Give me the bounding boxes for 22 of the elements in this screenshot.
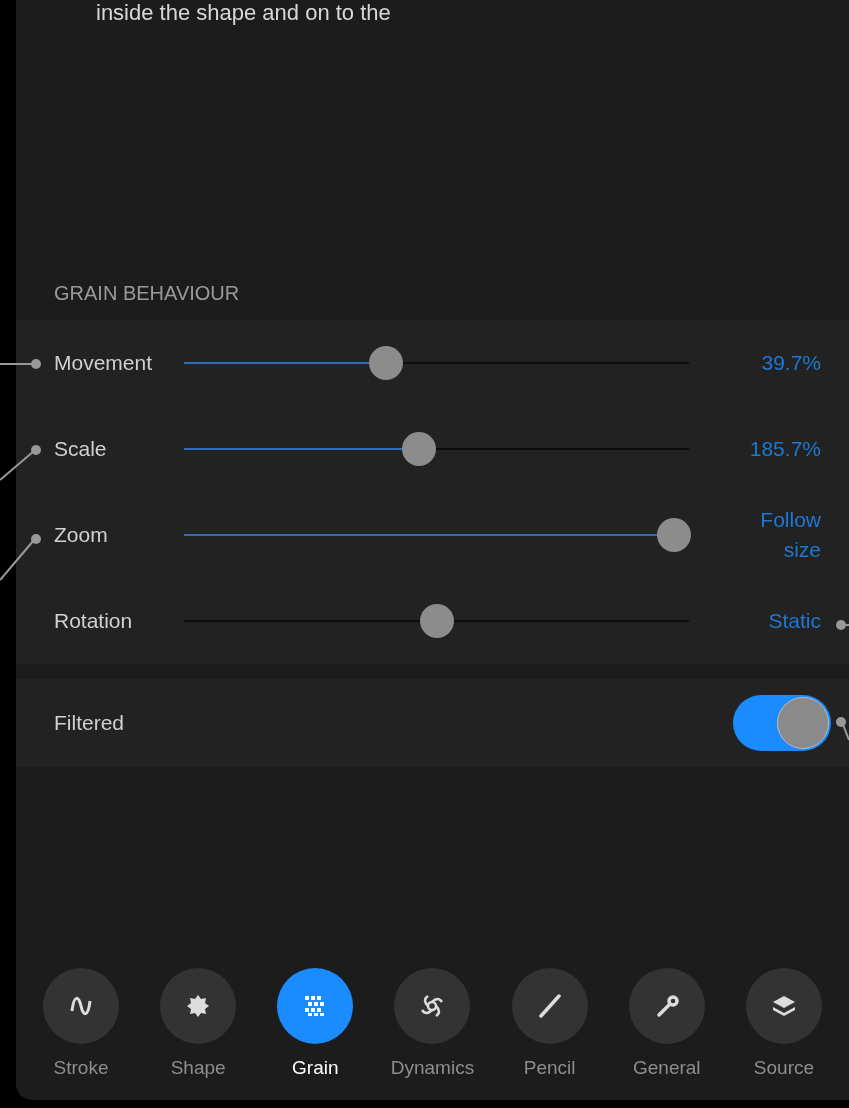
setting-label: Rotation: [54, 608, 134, 635]
value-text: Static: [767, 608, 821, 634]
value-text: 39.7%: [760, 350, 821, 376]
slider-thumb[interactable]: [656, 518, 691, 552]
leader-line: [0, 445, 41, 481]
setting-label: Filtered: [54, 710, 126, 737]
leader-line: [0, 359, 41, 369]
dynamics-icon: [419, 992, 446, 1019]
toggle-switch[interactable]: [733, 695, 831, 751]
slider-thumb[interactable]: [401, 432, 436, 466]
leader-line: [836, 717, 849, 741]
setting-label: Zoom: [54, 522, 109, 549]
pencil-icon: [536, 992, 563, 1019]
slider-thumb[interactable]: [369, 346, 403, 380]
section-title: GRAIN BEHAVIOUR: [54, 280, 240, 306]
leader-line: [0, 534, 41, 581]
caption-text: inside the shape and on to the: [96, 0, 391, 26]
slider-thumb[interactable]: [419, 604, 454, 638]
value-text: 185.7%: [748, 436, 821, 462]
value-text: Follow size: [759, 507, 821, 563]
setting-label: Movement: [54, 350, 154, 377]
setting-label: Scale: [54, 436, 108, 463]
